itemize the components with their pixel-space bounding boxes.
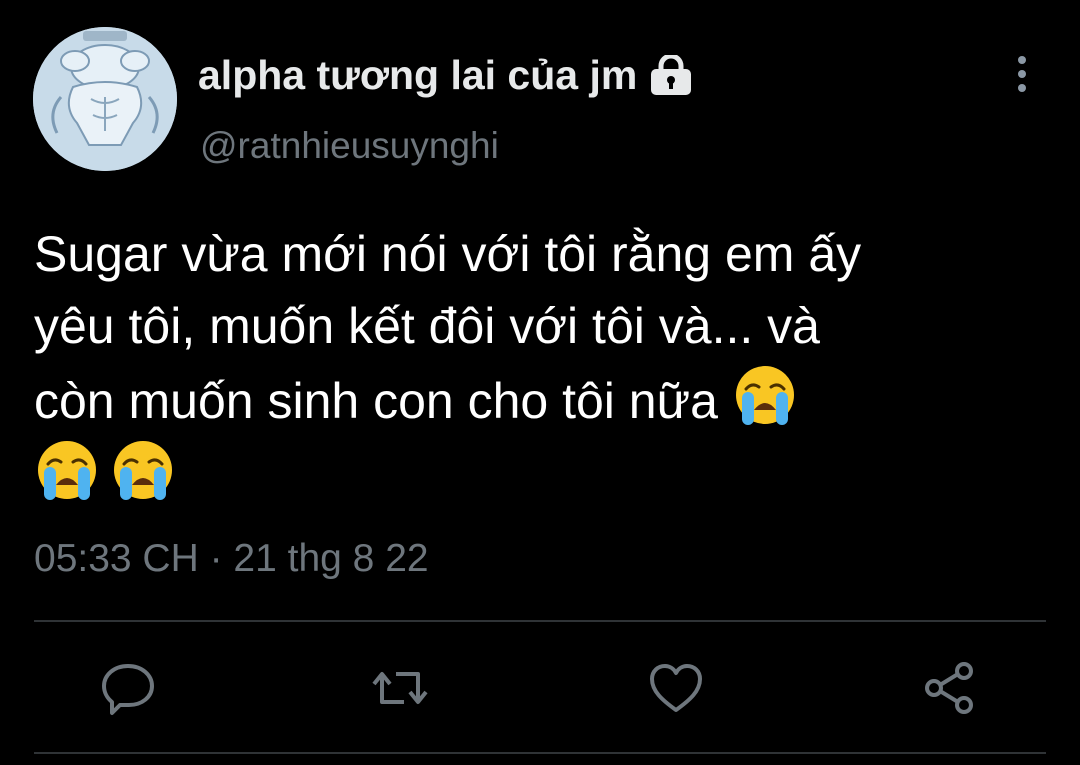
retweet-icon: [372, 672, 428, 704]
user-handle[interactable]: @ratnhieusuynghi: [200, 124, 499, 168]
like-button[interactable]: [646, 658, 706, 718]
avatar[interactable]: [33, 27, 177, 171]
tweet-detail: alpha tương lai của jm @ratnhieusuynghi …: [0, 0, 1080, 765]
more-options-icon[interactable]: [1004, 52, 1040, 96]
loudly-crying-face-icon: [735, 366, 794, 425]
reply-button[interactable]: [98, 658, 158, 718]
heart-icon: [650, 664, 702, 712]
reply-icon: [102, 664, 154, 715]
loudly-crying-face-icon: [38, 441, 96, 500]
tweet-text-line: Sugar vừa mới nói với tôi rằng em ấy: [34, 226, 862, 282]
tweet-text: Sugar vừa mới nói với tôi rằng em ấy yêu…: [34, 218, 1054, 512]
avatar-image: [33, 27, 177, 171]
tweet-timestamp[interactable]: 05:33 CH · 21 thg 8 22: [34, 536, 429, 582]
display-name-text: alpha tương lai của jm: [198, 52, 638, 98]
divider: [34, 620, 1046, 622]
share-button[interactable]: [920, 658, 980, 718]
lock-icon: [651, 55, 692, 95]
tweet-text-line: yêu tôi, muốn kết đôi với tôi và... và: [34, 298, 820, 354]
tweet-text-line-with-emoji: còn muốn sinh con cho tôi nữa: [34, 362, 1054, 437]
loudly-crying-face-icon: [114, 441, 172, 500]
share-icon: [925, 662, 973, 714]
tweet-text-line-content: còn muốn sinh con cho tôi nữa: [34, 373, 718, 429]
retweet-button[interactable]: [370, 658, 430, 718]
emoji-line: [34, 437, 1054, 512]
divider: [34, 752, 1046, 754]
display-name[interactable]: alpha tương lai của jm: [198, 52, 693, 98]
